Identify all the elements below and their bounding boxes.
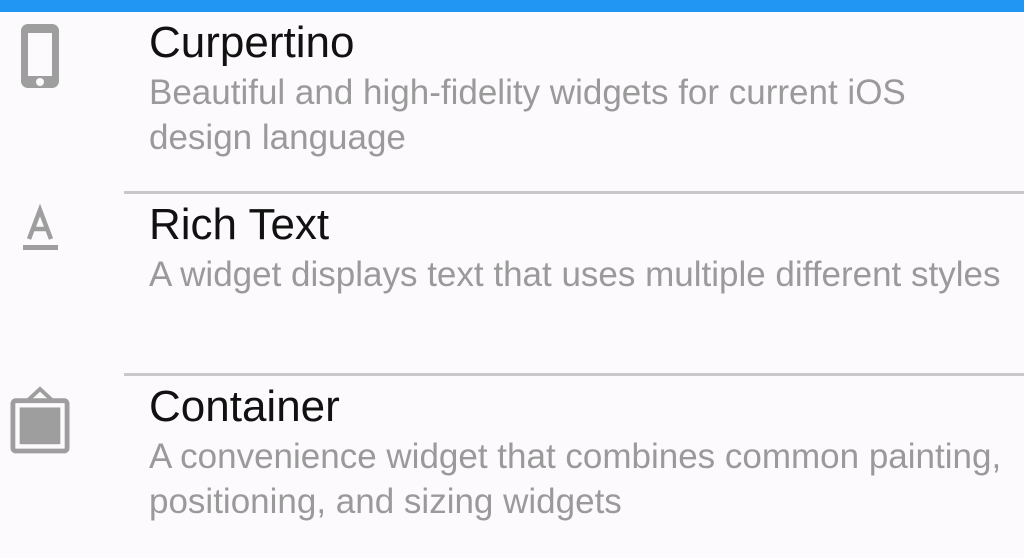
item-title: Curpertino xyxy=(149,18,355,67)
item-subtitle: A widget displays text that uses multipl… xyxy=(149,255,1001,294)
item-subtitle: A convenience widget that combines commo… xyxy=(149,437,1002,521)
item-title: Rich Text xyxy=(149,200,330,249)
container-icon xyxy=(10,386,70,456)
phone-icon xyxy=(10,22,70,92)
item-title: Container xyxy=(149,382,340,431)
app-bar-edge xyxy=(0,0,1024,12)
widget-list: Curpertino Beautiful and high-fidelity w… xyxy=(0,12,1024,558)
list-item-container[interactable]: Container A convenience widget that comb… xyxy=(0,376,1024,558)
item-subtitle: Beautiful and high-fidelity widgets for … xyxy=(149,73,906,157)
list-item-rich-text[interactable]: Rich Text A widget displays text that us… xyxy=(0,194,1024,376)
text-format-icon xyxy=(10,204,70,274)
list-item-curpertino[interactable]: Curpertino Beautiful and high-fidelity w… xyxy=(0,12,1024,194)
